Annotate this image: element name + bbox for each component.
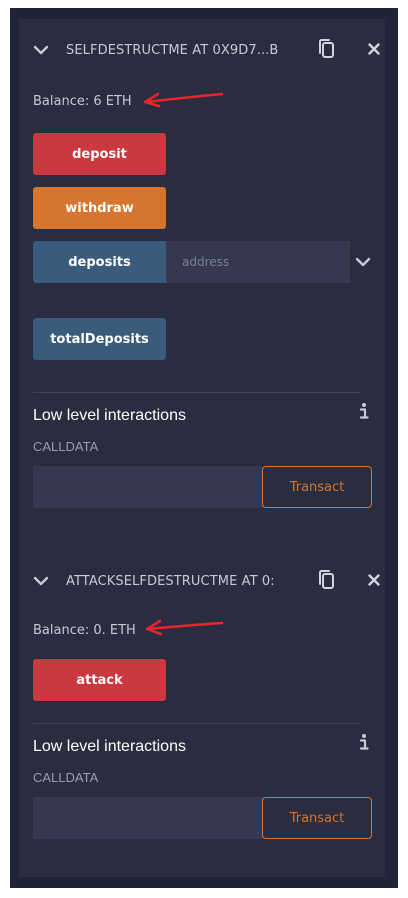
chevron-down-icon[interactable] xyxy=(33,573,49,589)
close-icon[interactable] xyxy=(368,43,380,55)
transact-button[interactable]: Transact xyxy=(262,466,372,508)
calldata-label: CALLDATA xyxy=(33,770,99,785)
total-deposits-button[interactable]: totalDeposits xyxy=(33,318,166,360)
calldata-input[interactable] xyxy=(33,797,264,839)
chevron-down-icon[interactable] xyxy=(33,42,49,58)
contract-header-selfdestructme[interactable]: SELFDESTRUCTME AT 0X9D7...B xyxy=(19,36,385,66)
divider xyxy=(33,392,360,393)
contract-name: SELFDESTRUCTME AT 0X9D7...B xyxy=(66,43,279,58)
attack-button[interactable]: attack xyxy=(33,659,166,701)
contract-header-attackselfdestructme[interactable]: ATTACKSELFDESTRUCTME AT 0: xyxy=(19,567,385,597)
deposits-button[interactable]: deposits xyxy=(33,241,166,283)
low-level-interactions-title: Low level interactions xyxy=(33,738,186,755)
contract-balance: Balance: 6 ETH xyxy=(33,94,132,109)
low-level-interactions-title: Low level interactions xyxy=(33,407,186,424)
deposits-address-input[interactable]: address xyxy=(166,241,350,283)
calldata-input[interactable] xyxy=(33,466,264,508)
deposit-button[interactable]: deposit xyxy=(33,133,166,175)
contract-name: ATTACKSELFDESTRUCTME AT 0: xyxy=(66,574,275,589)
info-icon[interactable] xyxy=(359,733,369,751)
withdraw-button[interactable]: withdraw xyxy=(33,187,166,229)
annotation-arrow-icon xyxy=(143,92,224,108)
transact-button[interactable]: Transact xyxy=(262,797,372,839)
calldata-label: CALLDATA xyxy=(33,439,99,454)
divider xyxy=(33,723,360,724)
chevron-down-icon[interactable] xyxy=(355,254,371,270)
copy-icon[interactable] xyxy=(317,569,337,591)
contract-balance: Balance: 0. ETH xyxy=(33,623,136,638)
deployed-contracts-panel: SELFDESTRUCTME AT 0X9D7...B Balance: 6 E… xyxy=(19,19,385,877)
annotation-arrow-icon xyxy=(145,619,224,636)
info-icon[interactable] xyxy=(359,402,369,420)
close-icon[interactable] xyxy=(368,574,380,586)
copy-icon[interactable] xyxy=(317,38,337,60)
